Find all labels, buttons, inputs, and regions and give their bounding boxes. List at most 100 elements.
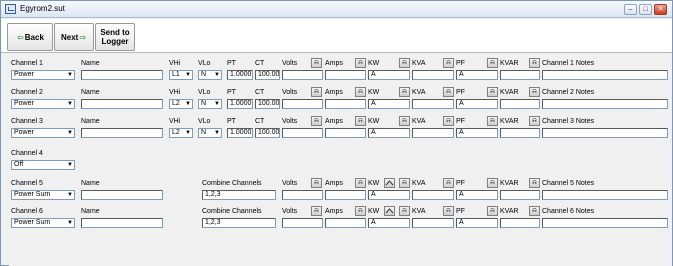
amps-field[interactable] xyxy=(325,218,366,228)
combine-channels-field[interactable]: 1,2,3 xyxy=(202,218,276,228)
amps-field[interactable] xyxy=(325,190,366,200)
notes-field[interactable] xyxy=(542,218,668,228)
kw-alarm-icon[interactable]: ⍾ xyxy=(399,116,410,126)
volts-field[interactable] xyxy=(282,99,323,109)
amps-alarm-icon[interactable]: ⍾ xyxy=(355,116,366,126)
kvar-field[interactable] xyxy=(500,99,540,109)
notes-field[interactable] xyxy=(542,70,668,80)
back-button[interactable]: ⇦ Back xyxy=(7,23,53,51)
channel-type-select[interactable]: Power ▼ xyxy=(11,99,75,109)
kw-field[interactable]: A xyxy=(368,70,410,80)
amps-alarm-icon[interactable]: ⍾ xyxy=(355,178,366,188)
kva-field[interactable] xyxy=(412,218,454,228)
volts-field[interactable] xyxy=(282,218,323,228)
kw-alarm-icon[interactable]: ⍾ xyxy=(399,178,410,188)
kva-field[interactable] xyxy=(412,99,454,109)
next-button[interactable]: Next ⇨ xyxy=(54,23,94,51)
ct-field[interactable]: 100.000 xyxy=(255,99,280,109)
send-to-logger-button[interactable]: Send to Logger xyxy=(95,23,135,51)
kvar-alarm-icon[interactable]: ⍾ xyxy=(529,116,540,126)
pf-alarm-icon[interactable]: ⍾ xyxy=(487,58,498,68)
volts-alarm-icon[interactable]: ⍾ xyxy=(311,87,322,97)
peak-demand-icon[interactable] xyxy=(384,206,395,216)
amps-alarm-icon[interactable]: ⍾ xyxy=(355,87,366,97)
channel-type-select[interactable]: Power Sum ▼ xyxy=(11,190,75,200)
volts-field[interactable] xyxy=(282,190,323,200)
channel-type-select[interactable]: Power ▼ xyxy=(11,128,75,138)
kw-field[interactable]: A xyxy=(368,190,410,200)
pf-field[interactable]: A xyxy=(456,99,498,109)
pf-alarm-icon[interactable]: ⍾ xyxy=(487,206,498,216)
pf-field[interactable]: A xyxy=(456,70,498,80)
pf-field[interactable]: A xyxy=(456,218,498,228)
vhi-select[interactable]: L1 ▼ xyxy=(169,70,193,80)
pt-field[interactable]: 1.0000 xyxy=(227,128,253,138)
kvar-alarm-icon[interactable]: ⍾ xyxy=(529,178,540,188)
amps-field[interactable] xyxy=(325,99,366,109)
name-field[interactable] xyxy=(81,70,163,80)
notes-field[interactable] xyxy=(542,190,668,200)
kw-field[interactable]: A xyxy=(368,218,410,228)
pf-alarm-icon[interactable]: ⍾ xyxy=(487,87,498,97)
vhi-select[interactable]: L2 ▼ xyxy=(169,99,193,109)
pf-alarm-icon[interactable]: ⍾ xyxy=(487,178,498,188)
channel-type-select[interactable]: Power ▼ xyxy=(11,70,75,80)
kvar-field[interactable] xyxy=(500,190,540,200)
kvar-field[interactable] xyxy=(500,218,540,228)
pf-field[interactable]: A xyxy=(456,128,498,138)
kva-alarm-icon[interactable]: ⍾ xyxy=(443,58,454,68)
notes-field[interactable] xyxy=(542,99,668,109)
kw-alarm-icon[interactable]: ⍾ xyxy=(399,206,410,216)
pt-field[interactable]: 1.0000 xyxy=(227,99,253,109)
kw-alarm-icon[interactable]: ⍾ xyxy=(399,58,410,68)
kvar-alarm-icon[interactable]: ⍾ xyxy=(529,87,540,97)
volts-field[interactable] xyxy=(282,128,323,138)
pt-field[interactable]: 1.0000 xyxy=(227,70,253,80)
maximize-button[interactable]: □ xyxy=(639,4,652,15)
ct-field[interactable]: 100.000 xyxy=(255,70,280,80)
vlo-select[interactable]: N ▼ xyxy=(198,99,222,109)
close-button[interactable]: ✕ xyxy=(654,4,667,15)
amps-alarm-icon[interactable]: ⍾ xyxy=(355,206,366,216)
kva-field[interactable] xyxy=(412,128,454,138)
volts-field[interactable] xyxy=(282,70,323,80)
pf-field[interactable]: A xyxy=(456,190,498,200)
volts-alarm-icon[interactable]: ⍾ xyxy=(311,58,322,68)
kva-field[interactable] xyxy=(412,70,454,80)
kvar-header: KVAR xyxy=(500,89,519,96)
kw-alarm-icon[interactable]: ⍾ xyxy=(399,87,410,97)
kvar-alarm-icon[interactable]: ⍾ xyxy=(529,206,540,216)
kva-alarm-icon[interactable]: ⍾ xyxy=(443,206,454,216)
vhi-select[interactable]: L2 ▼ xyxy=(169,128,193,138)
ct-field[interactable]: 100.000 xyxy=(255,128,280,138)
name-field[interactable] xyxy=(81,99,163,109)
combine-channels-field[interactable]: 1,2,3 xyxy=(202,190,276,200)
amps-field[interactable] xyxy=(325,128,366,138)
peak-demand-icon[interactable] xyxy=(384,178,395,188)
volts-alarm-icon[interactable]: ⍾ xyxy=(311,178,322,188)
name-field[interactable] xyxy=(81,190,163,200)
kvar-alarm-icon[interactable]: ⍾ xyxy=(529,58,540,68)
kvar-field[interactable] xyxy=(500,128,540,138)
kva-alarm-icon[interactable]: ⍾ xyxy=(443,87,454,97)
channel-type-select[interactable]: Off ▼ xyxy=(11,160,75,170)
kw-field[interactable]: A xyxy=(368,99,410,109)
amps-alarm-icon[interactable]: ⍾ xyxy=(355,58,366,68)
volts-alarm-icon[interactable]: ⍾ xyxy=(311,206,322,216)
pf-alarm-icon[interactable]: ⍾ xyxy=(487,116,498,126)
volts-alarm-icon[interactable]: ⍾ xyxy=(311,116,322,126)
vlo-select[interactable]: N ▼ xyxy=(198,128,222,138)
kw-field[interactable]: A xyxy=(368,128,410,138)
kva-alarm-icon[interactable]: ⍾ xyxy=(443,178,454,188)
minimize-button[interactable]: – xyxy=(624,4,637,15)
notes-field[interactable] xyxy=(542,128,668,138)
name-field[interactable] xyxy=(81,218,163,228)
kva-field[interactable] xyxy=(412,190,454,200)
vlo-select[interactable]: N ▼ xyxy=(198,70,222,80)
next-label: Next xyxy=(60,32,79,42)
amps-field[interactable] xyxy=(325,70,366,80)
name-field[interactable] xyxy=(81,128,163,138)
channel-type-select[interactable]: Power Sum ▼ xyxy=(11,218,75,228)
kvar-field[interactable] xyxy=(500,70,540,80)
kva-alarm-icon[interactable]: ⍾ xyxy=(443,116,454,126)
